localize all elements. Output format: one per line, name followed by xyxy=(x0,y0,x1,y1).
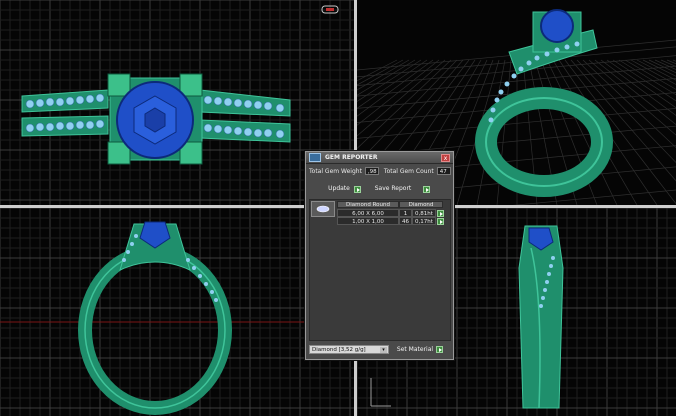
table-cell-weight: 0,81ht xyxy=(412,209,436,217)
top-view-canvas xyxy=(0,0,354,205)
gem-reporter-title: GEM REPORTER xyxy=(325,154,378,161)
front-view-canvas xyxy=(0,208,354,416)
update-button-label: Update xyxy=(328,185,350,192)
grid-line xyxy=(618,59,676,96)
close-icon[interactable]: x xyxy=(441,153,450,162)
grid-line xyxy=(624,59,676,90)
set-material-label: Set Material xyxy=(396,345,434,353)
set-material-button[interactable] xyxy=(436,346,443,353)
viewport-top[interactable] xyxy=(0,0,354,205)
gem-reporter-logo-icon xyxy=(309,153,321,162)
viewport-front[interactable] xyxy=(0,208,354,416)
gem-thumbnail[interactable] xyxy=(311,201,335,217)
total-gem-weight-label: Total Gem Weight xyxy=(309,167,362,175)
table-cell-count: 46 xyxy=(399,217,412,225)
gem-reporter-panel: GEM REPORTER x Total Gem Weight ,98 Tota… xyxy=(305,151,454,360)
row-select-button[interactable] xyxy=(437,218,444,225)
column-header-diamond-round: Diamond Round xyxy=(337,201,399,208)
table-cell-size: 1,00 X 1,00 xyxy=(337,217,399,225)
gem-table: Diamond Round Diamond 6,00 X 6,00 1 0,81… xyxy=(309,199,451,341)
total-gem-count-field[interactable]: 47 xyxy=(436,167,451,175)
chevron-down-icon[interactable]: ▾ xyxy=(380,347,387,353)
material-select-value: Diamond [3,52 g/g] xyxy=(312,347,366,353)
material-select[interactable]: Diamond [3,52 g/g] ▾ xyxy=(309,345,389,354)
table-cell-size: 6,00 X 6,00 xyxy=(337,209,399,217)
total-gem-count-label: Total Gem Count xyxy=(383,167,434,175)
total-gem-weight-field[interactable]: ,98 xyxy=(364,167,379,175)
save-report-button[interactable] xyxy=(423,185,430,193)
table-cell-count: 1 xyxy=(399,209,412,217)
table-cell-weight: 0,17ht xyxy=(412,217,436,225)
save-report-button-label: Save Report xyxy=(374,185,412,192)
update-button[interactable] xyxy=(354,185,361,193)
row-select-button[interactable] xyxy=(437,210,444,217)
column-header-diamond: Diamond xyxy=(399,201,443,208)
gem-reporter-titlebar[interactable]: GEM REPORTER x xyxy=(306,152,453,164)
